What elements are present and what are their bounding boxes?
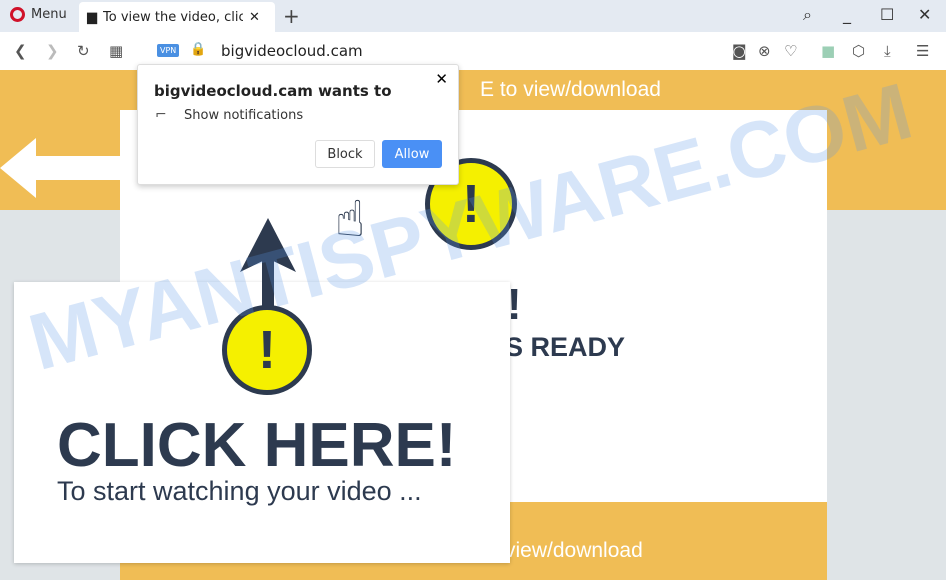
opera-menu-button[interactable]: Menu [10, 7, 67, 22]
tab-bar: Menu ▆ To view the video, click ✕ + ⌕ _ ☐ … [0, 0, 946, 32]
camera-icon[interactable]: ◙ [732, 42, 747, 60]
block-button[interactable]: Block [315, 140, 375, 168]
vpn-badge[interactable]: VPN [157, 44, 180, 57]
click-here-subline: To start watching your video ... [57, 476, 422, 506]
dialog-title: bigvideocloud.cam wants to [154, 82, 392, 100]
back-button[interactable]: ❮ [14, 42, 27, 60]
new-tab-button[interactable]: + [283, 4, 300, 28]
extension-cube-icon[interactable]: ■ [821, 42, 835, 60]
notification-permission-dialog: bigvideocloud.cam wants to ✕ ⌐ Show noti… [137, 64, 459, 185]
box-icon[interactable]: ⬡ [852, 42, 865, 60]
lock-icon[interactable]: 🔒 [190, 42, 206, 57]
warning-icon: ! [222, 305, 312, 395]
download-icon[interactable]: ⤓ [884, 42, 891, 60]
footer-text: view/download [505, 539, 643, 562]
pointing-hand-icon: ☝ [335, 190, 366, 248]
page-icon: ▆ [87, 9, 97, 25]
close-window-button[interactable]: ✕ [918, 5, 931, 24]
search-icon[interactable]: ⌕ [803, 5, 812, 25]
close-dialog-button[interactable]: ✕ [435, 70, 448, 88]
notification-bell-icon: ⌐ [155, 107, 167, 123]
tab-active[interactable]: ▆ To view the video, click ✕ [79, 2, 275, 32]
maximize-button[interactable]: ☐ [880, 5, 894, 24]
click-here-headline[interactable]: CLICK HERE! [57, 410, 457, 481]
permission-label: Show notifications [184, 108, 304, 123]
reload-button[interactable]: ↻ [77, 42, 90, 60]
speed-dial-icon[interactable]: ▦ [109, 42, 123, 60]
header-text: E to view/download [480, 78, 661, 101]
heart-icon[interactable]: ♡ [784, 42, 797, 60]
adblock-icon[interactable]: ⊗ [758, 42, 771, 60]
allow-button[interactable]: Allow [382, 140, 442, 168]
opera-logo-icon [10, 7, 25, 22]
partial-subheadline: S READY [505, 332, 626, 362]
forward-button[interactable]: ❯ [46, 42, 59, 60]
close-tab-icon[interactable]: ✕ [249, 10, 260, 25]
settings-sliders-icon[interactable]: ☰ [916, 42, 929, 60]
url-field[interactable]: bigvideocloud.cam [221, 42, 363, 60]
minimize-button[interactable]: _ [843, 5, 851, 24]
